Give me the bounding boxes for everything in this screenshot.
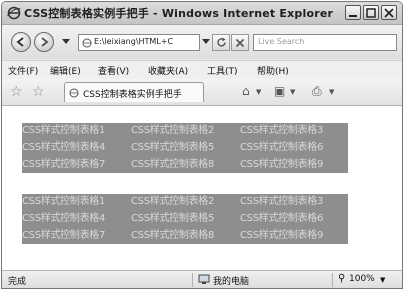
forward-arrow-icon — [41, 37, 49, 47]
table-cell: CSS样式控制表格1 — [22, 196, 106, 207]
close-button[interactable] — [381, 5, 397, 20]
address-dropdown-icon[interactable] — [202, 39, 210, 45]
favorites-star-icon[interactable]: ☆ — [10, 84, 23, 100]
tab-label: CSS控制表格实例手把手 — [83, 90, 182, 100]
table-cell: CSS样式控制表格8 — [131, 230, 215, 241]
table-cell: CSS样式控制表格2 — [131, 196, 215, 207]
maximize-icon — [366, 7, 376, 18]
status-divider — [332, 273, 333, 287]
print-dropdown-icon[interactable]: ▼ — [329, 88, 334, 96]
window-title: CSS控制表格实例手把手 - Windows Internet Explorer — [24, 7, 334, 20]
tab-page-icon — [69, 88, 79, 98]
styled-table-1: CSS样式控制表格1 CSS样式控制表格2 CSS样式控制表格3 CSS样式控制… — [22, 123, 348, 173]
status-divider — [192, 273, 193, 287]
ie-logo-icon — [7, 6, 21, 20]
stop-button[interactable] — [231, 34, 249, 51]
zoom-dropdown-icon[interactable]: ▼ — [380, 276, 385, 284]
tab-current-page[interactable]: CSS控制表格实例手把手 — [64, 82, 204, 102]
search-placeholder: Live Search — [258, 37, 305, 46]
home-icon[interactable]: ⌂ — [242, 84, 250, 98]
menu-file[interactable]: 文件(F) — [8, 64, 38, 77]
home-dropdown-icon[interactable]: ▼ — [256, 88, 261, 96]
menu-help[interactable]: 帮助(H) — [257, 64, 289, 77]
maximize-button[interactable] — [363, 5, 379, 20]
table-cell: CSS样式控制表格9 — [240, 159, 324, 170]
table-cell: CSS样式控制表格9 — [240, 230, 324, 241]
refresh-button[interactable] — [212, 34, 230, 51]
table-cell: CSS样式控制表格4 — [22, 213, 106, 224]
minimize-button[interactable] — [345, 5, 361, 20]
title-bar: CSS控制表格实例手把手 - Windows Internet Explorer — [2, 2, 402, 25]
status-bar: 完成 我的电脑 ⚲ 100% ▼ — [2, 270, 402, 288]
back-arrow-icon — [16, 37, 24, 47]
menu-bar: 文件(F) 编辑(E) 查看(V) 收藏夹(A) 工具(T) 帮助(H) — [2, 60, 402, 80]
table-cell: CSS样式控制表格5 — [131, 142, 215, 153]
table-cell: CSS样式控制表格1 — [22, 125, 106, 136]
page-icon — [82, 38, 92, 48]
address-row: E:\leixiang\HTML+C Live Search — [2, 25, 402, 59]
table-cell: CSS样式控制表格6 — [240, 213, 324, 224]
refresh-icon — [216, 37, 226, 47]
address-text: E:\leixiang\HTML+C — [94, 37, 174, 46]
browser-window: CSS控制表格实例手把手 - Windows Internet Explorer — [1, 1, 403, 289]
feeds-icon[interactable]: ▣ — [274, 84, 285, 98]
my-computer-icon — [198, 274, 210, 284]
favorites-bar: ☆ ☆ CSS控制表格实例手把手 ⌂ ▼ ▣ ▼ ⎙ ▼ — [2, 79, 402, 106]
close-icon — [384, 7, 394, 18]
table-cell: CSS样式控制表格5 — [131, 213, 215, 224]
page-content: CSS样式控制表格1 CSS样式控制表格2 CSS样式控制表格3 CSS样式控制… — [2, 106, 402, 270]
minimize-icon — [349, 14, 357, 17]
menu-edit[interactable]: 编辑(E) — [50, 64, 81, 77]
zoom-level[interactable]: 100% — [349, 274, 375, 284]
search-input[interactable]: Live Search — [253, 34, 397, 51]
menu-favorites[interactable]: 收藏夹(A) — [148, 64, 188, 77]
forward-button[interactable] — [34, 32, 54, 52]
zoom-magnifier-icon[interactable]: ⚲ — [338, 273, 345, 284]
table-cell: CSS样式控制表格7 — [22, 159, 106, 170]
table-cell: CSS样式控制表格3 — [240, 196, 324, 207]
table-cell: CSS样式控制表格3 — [240, 125, 324, 136]
menu-view[interactable]: 查看(V) — [98, 64, 129, 77]
styled-table-2: CSS样式控制表格1 CSS样式控制表格2 CSS样式控制表格3 CSS样式控制… — [22, 194, 348, 244]
add-favorite-icon[interactable]: ☆ — [32, 84, 45, 100]
table-cell: CSS样式控制表格6 — [240, 142, 324, 153]
table-cell: CSS样式控制表格4 — [22, 142, 106, 153]
table-cell: CSS样式控制表格8 — [131, 159, 215, 170]
status-text: 完成 — [8, 277, 27, 287]
print-icon[interactable]: ⎙ — [312, 84, 322, 99]
history-dropdown-icon[interactable] — [62, 39, 70, 45]
address-field[interactable]: E:\leixiang\HTML+C — [78, 34, 200, 51]
security-zone: 我的电脑 — [213, 277, 250, 287]
feeds-dropdown-icon[interactable]: ▼ — [290, 88, 295, 96]
stop-icon — [235, 38, 245, 47]
back-button[interactable] — [11, 32, 31, 52]
menu-tools[interactable]: 工具(T) — [207, 64, 238, 77]
table-cell: CSS样式控制表格2 — [131, 125, 215, 136]
table-cell: CSS样式控制表格7 — [22, 230, 106, 241]
